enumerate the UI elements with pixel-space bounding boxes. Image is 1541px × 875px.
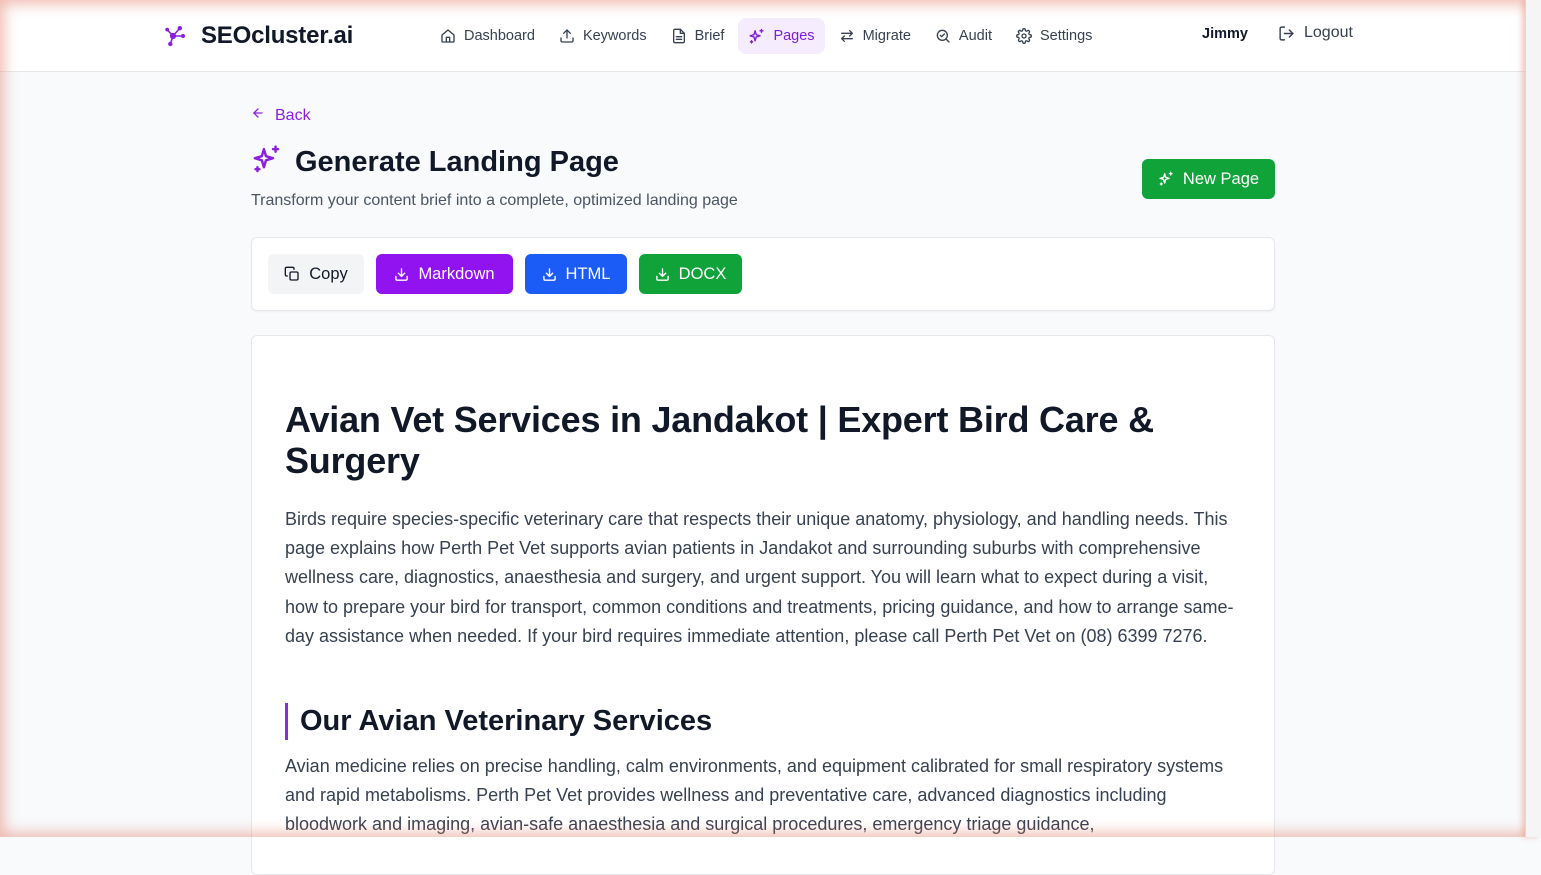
gear-icon bbox=[1016, 28, 1032, 44]
download-icon bbox=[542, 267, 557, 282]
logout-icon bbox=[1278, 25, 1295, 42]
scrollbar-track[interactable] bbox=[1525, 0, 1541, 837]
docx-label: DOCX bbox=[678, 264, 727, 283]
nav-item-label: Audit bbox=[958, 28, 992, 44]
logout-label: Logout bbox=[1304, 24, 1353, 41]
nav-item-label: Dashboard bbox=[464, 28, 535, 44]
copy-icon bbox=[284, 266, 300, 282]
sparkles-icon bbox=[1158, 171, 1174, 187]
cluster-logo-icon bbox=[163, 24, 187, 48]
arrows-left-right-icon bbox=[839, 28, 855, 44]
page-header: Generate Landing Page bbox=[251, 144, 619, 180]
nav-item-audit[interactable]: Audit bbox=[925, 18, 1002, 54]
home-icon bbox=[440, 28, 456, 44]
page-title: Generate Landing Page bbox=[295, 145, 619, 178]
nav-item-label: Migrate bbox=[862, 28, 911, 44]
user-name: Jimmy bbox=[1202, 26, 1248, 42]
export-toolbar: Copy Markdown HTML DOCX bbox=[251, 237, 1275, 311]
search-audit-icon bbox=[935, 28, 951, 44]
brand[interactable]: SEOcluster.ai bbox=[163, 20, 353, 52]
markdown-label: Markdown bbox=[418, 264, 495, 283]
upload-icon bbox=[559, 28, 575, 44]
download-icon bbox=[655, 267, 670, 282]
nav-item-migrate[interactable]: Migrate bbox=[829, 18, 921, 54]
content-heading: Avian Vet Services in Jandakot | Expert … bbox=[285, 399, 1154, 481]
content-intro-paragraph: Birds require species-specific veterinar… bbox=[285, 509, 1234, 646]
brand-name: SEOcluster.ai bbox=[201, 22, 354, 49]
nav-item-pages[interactable]: Pages bbox=[738, 18, 825, 54]
arrow-left-icon bbox=[251, 106, 265, 125]
content-services-paragraph: Avian medicine relies on precise handlin… bbox=[285, 756, 1224, 835]
nav-item-label: Pages bbox=[773, 28, 815, 44]
generated-page-preview: Avian Vet Services in Jandakot | Expert … bbox=[251, 335, 1275, 875]
nav-item-dashboard[interactable]: Dashboard bbox=[430, 18, 545, 54]
new-page-button[interactable]: New Page bbox=[1142, 159, 1275, 199]
nav-item-label: Settings bbox=[1039, 28, 1093, 44]
download-icon bbox=[394, 267, 409, 282]
nav-item-label: Keywords bbox=[582, 28, 647, 44]
copy-label: Copy bbox=[309, 264, 348, 283]
back-label: Back bbox=[275, 106, 311, 124]
content-section-heading: Our Avian Veterinary Services bbox=[285, 703, 712, 740]
sparkles-icon bbox=[251, 144, 282, 180]
download-docx-button[interactable]: DOCX bbox=[639, 254, 742, 294]
page-subtitle: Transform your content brief into a comp… bbox=[251, 192, 738, 209]
sparkles-icon bbox=[748, 28, 765, 45]
nav-item-brief[interactable]: Brief bbox=[661, 18, 735, 54]
new-page-label: New Page bbox=[1182, 169, 1260, 188]
logout-button[interactable]: Logout bbox=[1278, 24, 1353, 42]
copy-button[interactable]: Copy bbox=[268, 254, 364, 294]
nav-item-keywords[interactable]: Keywords bbox=[549, 18, 657, 54]
top-navigation-bar: SEOcluster.ai Dashboard Keywords Brief P… bbox=[0, 0, 1526, 72]
nav-item-label: Brief bbox=[694, 28, 725, 44]
download-html-button[interactable]: HTML bbox=[525, 254, 627, 294]
back-link[interactable]: Back bbox=[251, 106, 311, 125]
html-label: HTML bbox=[565, 264, 611, 283]
nav-item-settings[interactable]: Settings bbox=[1006, 18, 1102, 54]
main-nav: Dashboard Keywords Brief Pages Migrate A… bbox=[430, 17, 1102, 55]
download-markdown-button[interactable]: Markdown bbox=[376, 254, 513, 294]
file-text-icon bbox=[671, 28, 687, 44]
